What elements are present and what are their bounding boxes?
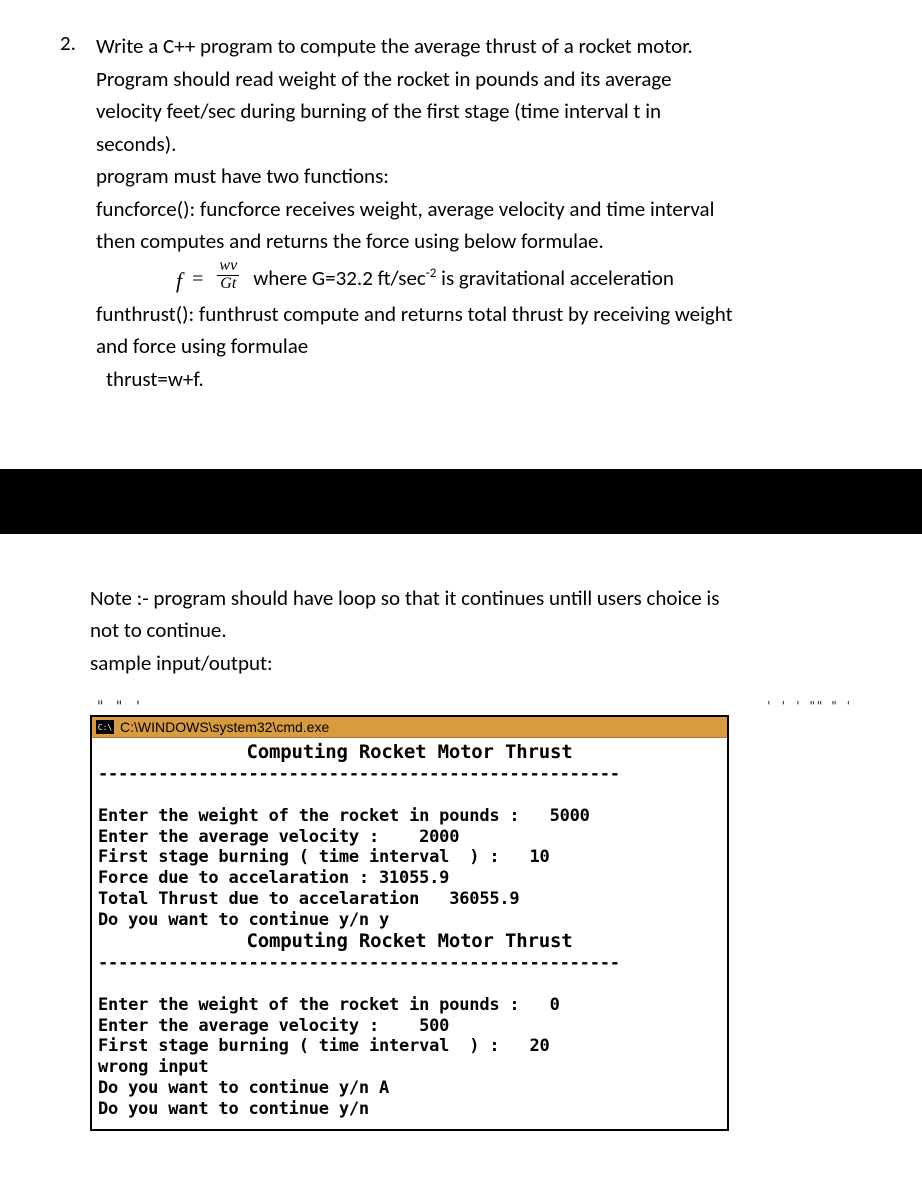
formula-variable: f bbox=[176, 258, 182, 298]
text-span: is gravitational acceleration bbox=[436, 265, 674, 291]
text-line: sample input/output: bbox=[90, 647, 882, 680]
terminal-line: wrong input bbox=[98, 1057, 208, 1077]
note-section: Note :- program should have loop so that… bbox=[0, 552, 922, 690]
text-line: Program should read weight of the rocket… bbox=[96, 63, 733, 96]
text-line: Write a C++ program to compute the avera… bbox=[96, 30, 733, 63]
terminal-line: Force due to accelaration : 31055.9 bbox=[98, 868, 449, 888]
terminal-line: Do you want to continue y/n bbox=[98, 1099, 369, 1119]
terminal-heading: Computing Rocket Motor Thrust bbox=[98, 930, 721, 953]
terminal-line: Do you want to continue y/n A bbox=[98, 1078, 389, 1098]
terminal-line: Enter the average velocity : 2000 bbox=[98, 827, 459, 847]
terminal-line: Enter the weight of the rocket in pounds… bbox=[98, 995, 560, 1015]
terminal-line: Do you want to continue y/n y bbox=[98, 910, 389, 930]
divider-bar bbox=[0, 469, 922, 534]
fraction-numerator: wv bbox=[217, 258, 239, 276]
formula: f = wv Gt where G=32.2 ft/sec-2 is gravi… bbox=[176, 258, 733, 298]
terminal-window: C:\ C:\WINDOWS\system32\cmd.exe Computin… bbox=[90, 715, 729, 1131]
text-line: Note :- program should have loop so that… bbox=[90, 582, 882, 615]
formula-description: where G=32.2 ft/sec-2 is gravitational a… bbox=[253, 258, 674, 295]
formula-equals: = bbox=[192, 258, 203, 295]
terminal-line: Total Thrust due to accelaration 36055.9 bbox=[98, 889, 519, 909]
question-number: 2. bbox=[60, 30, 78, 56]
text-line: velocity feet/sec during burning of the … bbox=[96, 95, 733, 128]
terminal-line: ----------------------------------------… bbox=[98, 953, 620, 973]
terminal-heading: Computing Rocket Motor Thrust bbox=[98, 741, 721, 764]
text-line: program must have two functions: bbox=[96, 160, 733, 193]
text-line: funthrust(): funthrust compute and retur… bbox=[96, 298, 733, 331]
terminal-title: C:\WINDOWS\system32\cmd.exe bbox=[120, 719, 329, 735]
terminal-output: Computing Rocket Motor Thrust-----------… bbox=[92, 738, 727, 1129]
formula-fraction: wv Gt bbox=[217, 258, 239, 293]
cropped-text-fragment: " " ' bbox=[90, 699, 143, 715]
cmd-icon: C:\ bbox=[96, 720, 114, 734]
fraction-denominator: Gt bbox=[217, 276, 239, 293]
terminal-line: First stage burning ( time interval ) : … bbox=[98, 847, 550, 867]
text-line: then computes and returns the force usin… bbox=[96, 225, 733, 258]
terminal-line: ----------------------------------------… bbox=[98, 764, 620, 784]
text-line: and force using formulae bbox=[96, 330, 733, 363]
text-line: funcforce(): funcforce receives weight, … bbox=[96, 193, 733, 226]
cropped-text-fragment: ' ' ' "" " ' bbox=[765, 699, 882, 715]
terminal-title-bar: C:\ C:\WINDOWS\system32\cmd.exe bbox=[92, 717, 727, 738]
text-line: seconds). bbox=[96, 128, 733, 161]
text-span: where G=32.2 ft/sec bbox=[253, 265, 426, 291]
terminal-line: Enter the average velocity : 500 bbox=[98, 1016, 449, 1036]
exponent: -2 bbox=[426, 266, 437, 281]
question-text: Write a C++ program to compute the avera… bbox=[96, 30, 733, 396]
terminal-line: Enter the weight of the rocket in pounds… bbox=[98, 806, 590, 826]
text-line: thrust=w+f. bbox=[106, 363, 733, 396]
text-line: not to continue. bbox=[90, 614, 882, 647]
terminal-line: First stage burning ( time interval ) : … bbox=[98, 1036, 550, 1056]
